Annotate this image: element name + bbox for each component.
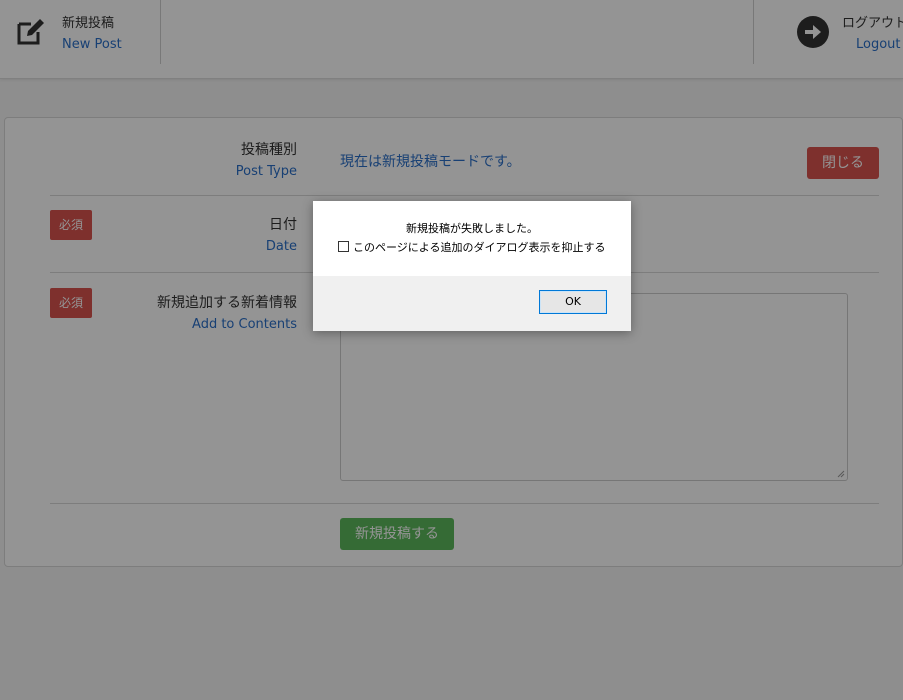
modal-overlay: [0, 0, 903, 700]
suppress-dialogs-checkbox[interactable]: [338, 241, 349, 252]
dialog-footer: OK: [313, 276, 631, 331]
ok-button[interactable]: OK: [539, 290, 607, 314]
suppress-dialogs-label[interactable]: このページによる追加のダイアログ表示を抑止する: [353, 239, 605, 255]
alert-dialog: 新規投稿が失敗しました。 このページによる追加のダイアログ表示を抑止する OK: [313, 201, 631, 331]
dialog-message: 新規投稿が失敗しました。: [406, 222, 538, 235]
